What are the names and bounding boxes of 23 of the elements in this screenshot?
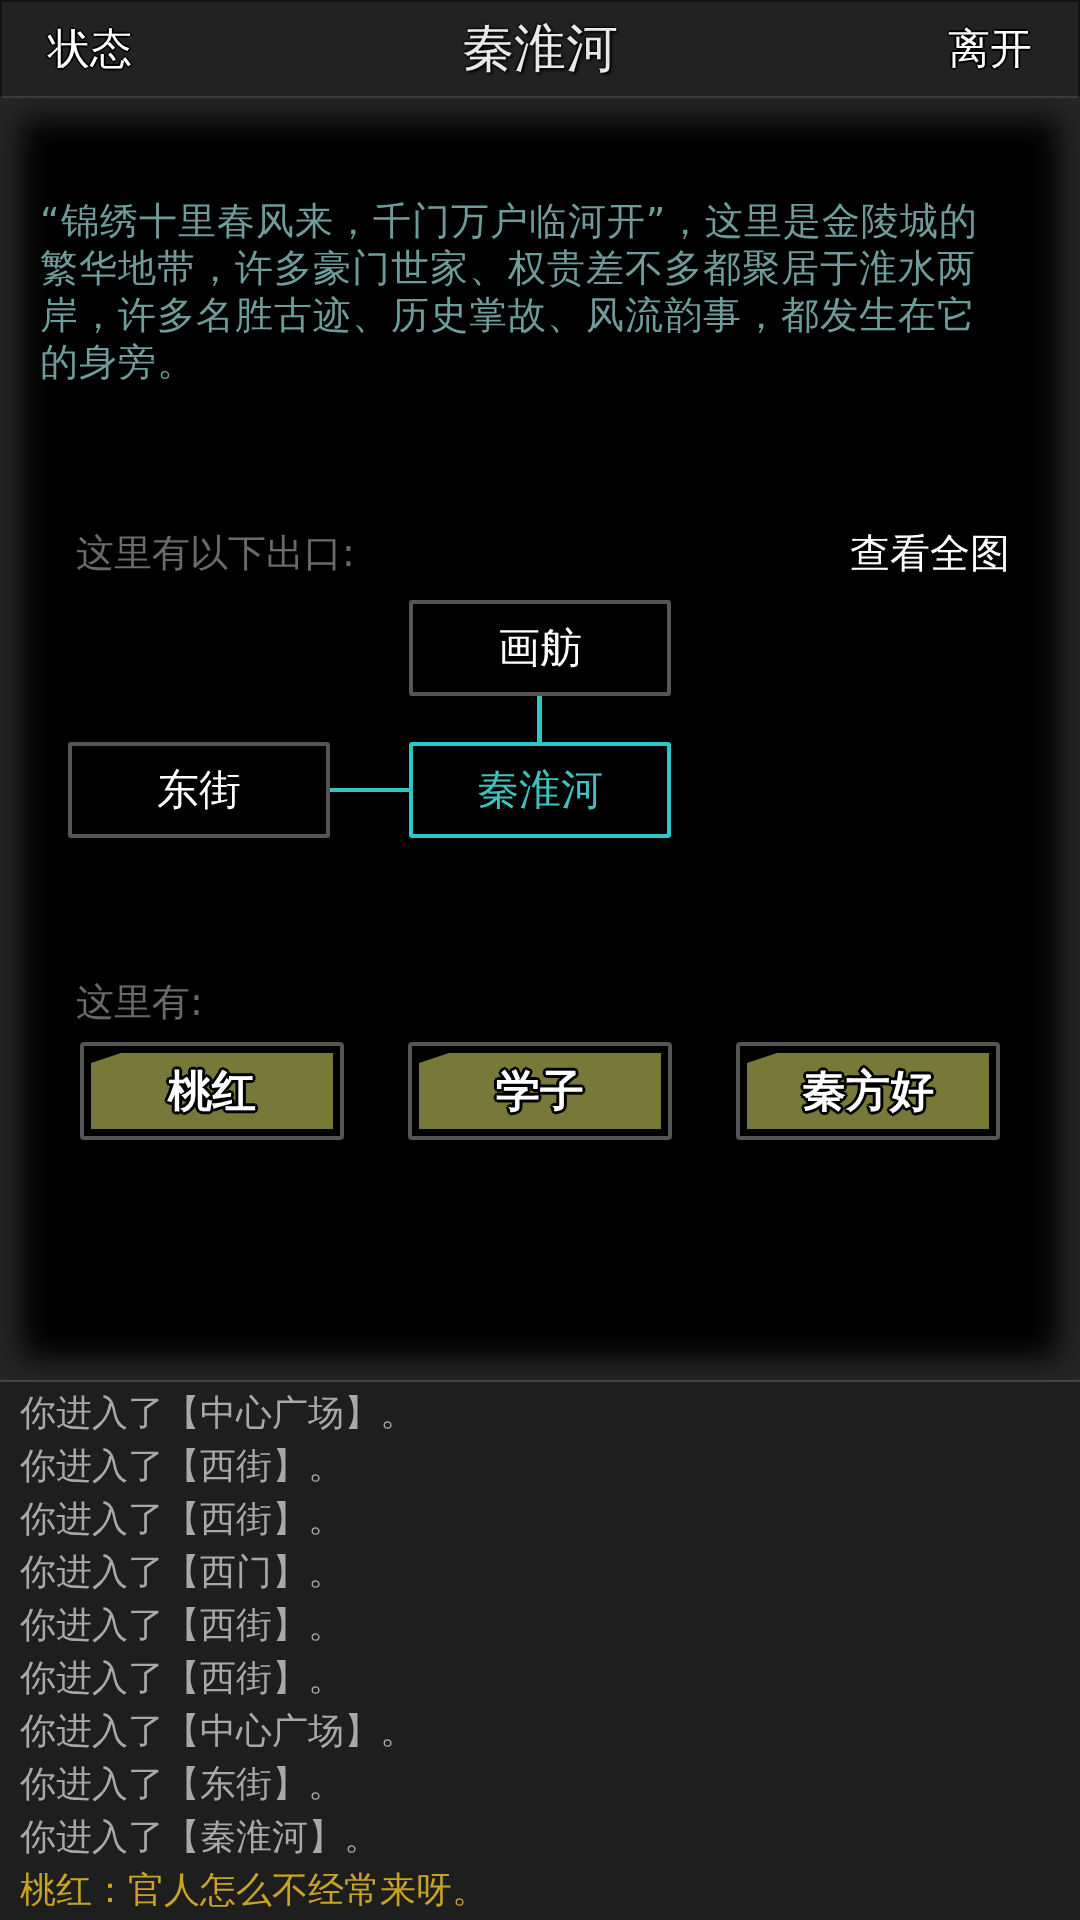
map-node[interactable]: 画舫 xyxy=(409,600,671,696)
log-line: 你进入了【秦淮河】。 xyxy=(20,1815,381,1859)
leave-button[interactable]: 离开 xyxy=(948,21,1032,77)
full-map-button[interactable]: 查看全图 xyxy=(850,526,1010,581)
location-description: “锦绣十里春风来，千门万户临河开”，这里是金陵城的繁华地带，许多豪门世家、权贵差不多都聚居于淮水两岸，许多名胜古迹、历史掌故、风流韵事，都发生在它的身旁。 xyxy=(40,198,980,386)
log-line: 你进入了【西街】。 xyxy=(20,1603,345,1647)
log-line: 你进入了【西门】。 xyxy=(20,1550,345,1594)
log-line: 你进入了【中心广场】。 xyxy=(20,1391,417,1435)
status-button[interactable]: 状态 xyxy=(48,21,132,77)
npc-label: 这里有: xyxy=(76,980,203,1024)
log-line: 你进入了【西街】。 xyxy=(20,1444,345,1488)
log-line: 你进入了【中心广场】。 xyxy=(20,1709,417,1753)
map-node[interactable]: 东街 xyxy=(68,742,330,838)
log-line: 你进入了【西街】。 xyxy=(20,1656,345,1700)
map-node[interactable]: 秦淮河 xyxy=(409,742,671,838)
dialogue-line: 桃红：官人怎么不经常来呀。 xyxy=(20,1868,489,1912)
npc-button[interactable]: 学子 xyxy=(408,1042,672,1140)
location-title: 秦淮河 xyxy=(462,17,618,80)
log-line: 你进入了【东街】。 xyxy=(20,1762,345,1806)
npc-button[interactable]: 秦方好 xyxy=(736,1042,1000,1140)
npc-button[interactable]: 桃红 xyxy=(80,1042,344,1140)
log-line: 你进入了【西街】。 xyxy=(20,1497,345,1541)
exits-label: 这里有以下出口: xyxy=(76,530,355,577)
